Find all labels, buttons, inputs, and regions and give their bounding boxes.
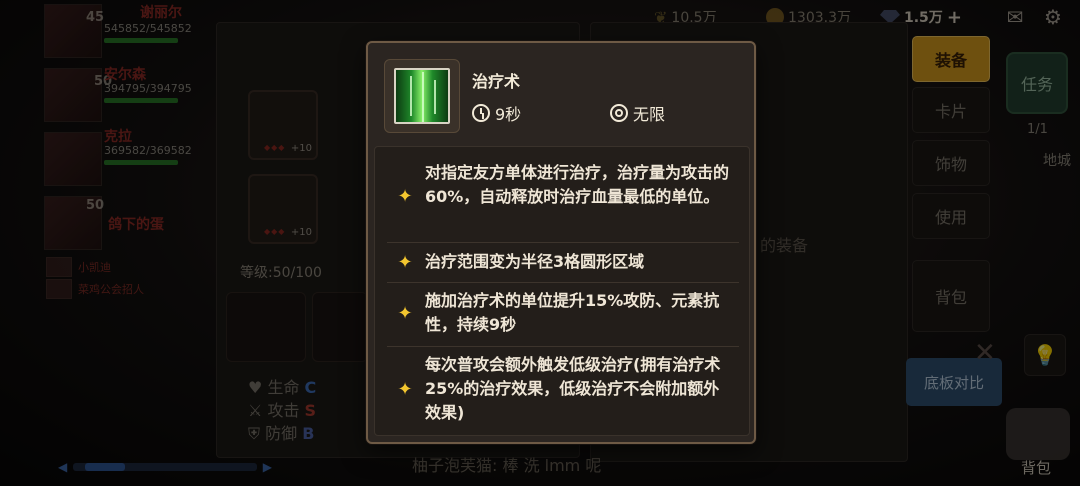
effect-text: 施加治疗术的单位提升15%攻防、元素抗性，持续9秒 — [425, 291, 720, 334]
clock-icon — [472, 104, 490, 122]
divider — [387, 282, 739, 283]
skill-range: 无限 — [610, 101, 665, 125]
divider — [387, 242, 739, 243]
effect-text: 治疗范围变为半径3格圆形区域 — [425, 252, 645, 271]
divider — [387, 346, 739, 347]
skill-tooltip: 治疗术 9秒 无限 ✦ 对指定友方单体进行治疗，治疗量为攻击的60%，自动释放时… — [366, 41, 756, 444]
effect-text: 每次普攻会额外触发低级治疗(拥有治疗术25%的治疗效果，低级治疗不会附加额外效果… — [425, 355, 721, 422]
skill-effects-list: ✦ 对指定友方单体进行治疗，治疗量为攻击的60%，自动释放时治疗血量最低的单位。… — [374, 146, 750, 436]
heal-skill-icon — [394, 68, 450, 124]
skill-effect: ✦ 每次普攻会额外触发低级治疗(拥有治疗术25%的治疗效果，低级治疗不会附加额外… — [375, 353, 749, 427]
skill-effect: ✦ 施加治疗术的单位提升15%攻防、元素抗性，持续9秒 — [375, 289, 749, 339]
star-icon: ✦ — [397, 186, 413, 207]
range-value: 无限 — [633, 105, 666, 124]
cooldown-value: 9秒 — [495, 105, 522, 124]
star-icon: ✦ — [397, 379, 413, 400]
target-icon — [610, 104, 628, 122]
skill-cooldown: 9秒 — [472, 101, 521, 125]
star-icon: ✦ — [397, 303, 413, 324]
skill-effect: ✦ 对指定友方单体进行治疗，治疗量为攻击的60%，自动释放时治疗血量最低的单位。 — [375, 161, 749, 233]
skill-icon-frame — [384, 59, 460, 133]
skill-name: 治疗术 — [472, 72, 521, 91]
star-icon: ✦ — [397, 252, 413, 273]
effect-text: 对指定友方单体进行治疗，治疗量为攻击的60%，自动释放时治疗血量最低的单位。 — [425, 163, 730, 206]
skill-effect: ✦ 治疗范围变为半径3格圆形区域 — [375, 250, 749, 276]
